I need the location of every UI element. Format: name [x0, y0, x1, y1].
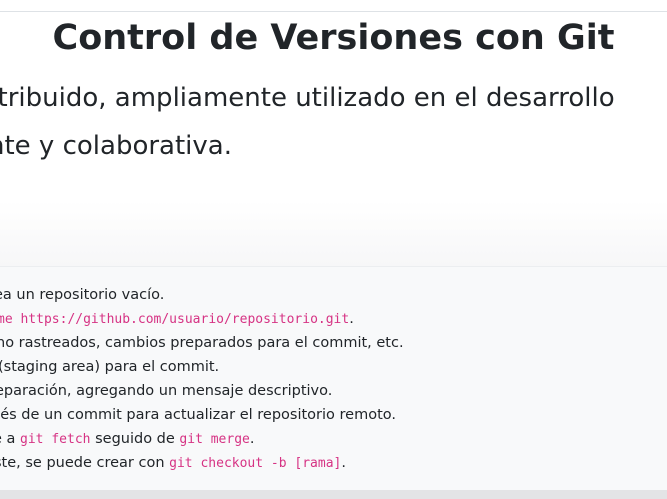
list-item-text: no rastreados, cambios preparados para e…: [0, 335, 404, 351]
list-item-git-status: no rastreados, cambios preparados para e…: [0, 331, 667, 355]
list-item-git-clone: me https://github.com/usuario/repositori…: [0, 307, 667, 331]
intro-text-line-1: stribuido, ampliamente utilizado en el d…: [0, 83, 615, 113]
list-item-text: ste, se puede crear con git checkout -b …: [0, 455, 346, 471]
list-item-git-init: ea un repositorio vacío.: [0, 283, 667, 307]
git-command-list: ea un repositorio vacío. me https://gith…: [0, 283, 667, 475]
page-title: Control de Versiones con Git: [52, 18, 615, 58]
list-item-git-add: (staging area) para el commit.: [0, 355, 667, 379]
top-divider: [0, 11, 667, 12]
list-item-git-push: ués de un commit para actualizar el repo…: [0, 403, 667, 427]
code-snippet: git merge: [179, 432, 250, 447]
list-item-git-commit: eparación, agregando un mensaje descript…: [0, 379, 667, 403]
section-fade: [0, 200, 667, 266]
list-item-text: ués de un commit para actualizar el repo…: [0, 407, 396, 423]
list-item-text: me https://github.com/usuario/repositori…: [0, 307, 354, 332]
horizontal-scrollbar[interactable]: [0, 490, 667, 499]
list-item-text: ea un repositorio vacío.: [0, 287, 165, 303]
code-snippet: git checkout -b [rama]: [169, 456, 342, 471]
code-snippet: me https://github.com/usuario/repositori…: [0, 312, 350, 327]
list-item-git-pull: e a git fetch seguido de git merge.: [0, 427, 667, 451]
list-item-text: (staging area) para el commit.: [0, 359, 220, 375]
list-item-text: eparación, agregando un mensaje descript…: [0, 383, 333, 399]
code-snippet: git fetch: [20, 432, 91, 447]
list-item-git-branch: ste, se puede crear con git checkout -b …: [0, 451, 667, 475]
list-item-text: e a git fetch seguido de git merge.: [0, 431, 255, 447]
intro-text-line-2: nte y colaborativa.: [0, 131, 232, 161]
